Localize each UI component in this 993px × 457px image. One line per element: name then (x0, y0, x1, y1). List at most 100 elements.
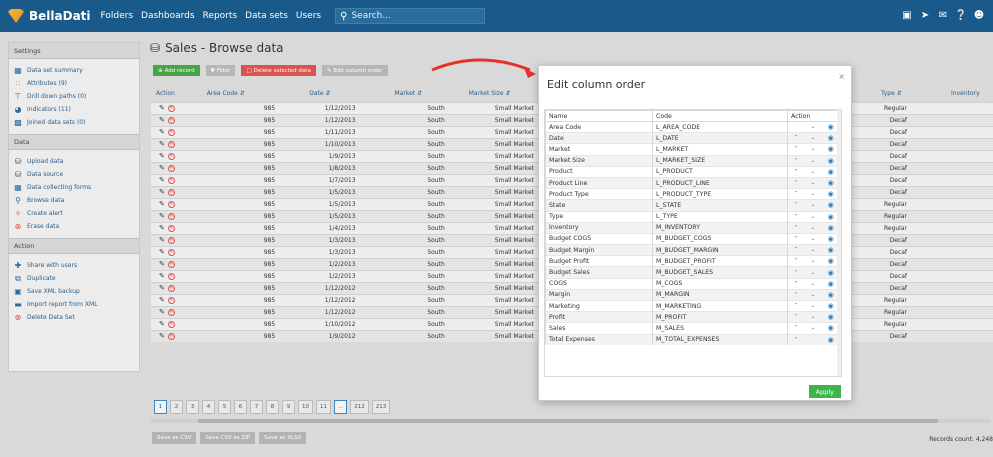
delete-row-icon[interactable]: ✕ (167, 116, 175, 124)
sidebar-item-data-source[interactable]: ⛁ Data source (9, 168, 139, 181)
sidebar-item-indicators[interactable]: ◕ Indicators (11) (9, 103, 139, 116)
move-up-icon[interactable]: ⌃ (791, 202, 801, 208)
move-up-icon[interactable]: ⌃ (791, 314, 801, 320)
mail-icon[interactable]: ✉ (937, 9, 949, 21)
visibility-eye-icon[interactable]: ◉ (825, 246, 837, 254)
col-market[interactable]: Market ⇵ (360, 86, 449, 102)
nav-reports[interactable]: Reports (203, 11, 238, 21)
delete-row-icon[interactable]: ✕ (167, 248, 175, 256)
filter-button[interactable]: ▼ Filter (205, 65, 236, 76)
move-down-icon[interactable]: ⌄ (808, 258, 818, 264)
nav-dashboards[interactable]: Dashboards (141, 11, 195, 21)
visibility-eye-icon[interactable]: ◉ (825, 235, 837, 243)
brand-logo[interactable]: BellaDati (8, 9, 91, 23)
visibility-eye-icon[interactable]: ◉ (825, 269, 837, 277)
visibility-eye-icon[interactable]: ◉ (825, 257, 837, 265)
edit-icon[interactable]: ✎ (159, 248, 165, 256)
table-row[interactable]: Decaf (841, 161, 993, 174)
visibility-eye-icon[interactable]: ◉ (825, 179, 837, 187)
table-row[interactable]: Regular (841, 317, 993, 330)
table-row[interactable]: Decaf (841, 113, 993, 126)
move-down-icon[interactable]: ⌄ (808, 314, 818, 320)
move-down-icon[interactable]: ⌄ (808, 180, 818, 186)
sidebar-item-share-with-users[interactable]: ✚ Share with users (9, 259, 139, 272)
sidebar-item-browse-data[interactable]: ⚲ Browse data (9, 194, 139, 207)
move-up-icon[interactable]: ⌃ (791, 225, 801, 231)
delete-row-icon[interactable]: ✕ (167, 140, 175, 148)
table-row[interactable]: ✎ ✕ 985 1/10/2012 South Small Market (151, 317, 538, 330)
visibility-eye-icon[interactable]: ◉ (825, 336, 837, 344)
table-row[interactable]: Regular (841, 209, 993, 222)
move-down-icon[interactable]: ⌄ (808, 202, 818, 208)
sidebar-item-duplicate[interactable]: ⧉ Duplicate (9, 272, 139, 285)
edit-icon[interactable]: ✎ (159, 224, 165, 232)
page-10-button[interactable]: 10 (298, 400, 313, 414)
delete-row-icon[interactable]: ✕ (167, 188, 175, 196)
delete-row-icon[interactable]: ✕ (167, 284, 175, 292)
edit-column-order-button[interactable]: ✎ Edit column order (321, 65, 388, 76)
visibility-eye-icon[interactable]: ◉ (825, 145, 837, 153)
move-up-icon[interactable]: ⌃ (791, 191, 801, 197)
move-up-icon[interactable]: ⌃ (791, 169, 801, 175)
page-5-button[interactable]: 5 (218, 400, 231, 414)
delete-row-icon[interactable]: ✕ (167, 260, 175, 268)
nav-folders[interactable]: Folders (101, 11, 134, 21)
search-input[interactable] (351, 11, 462, 21)
table-row[interactable]: Decaf (841, 137, 993, 150)
move-up-icon[interactable]: ⌃ (791, 146, 801, 152)
page-9-button[interactable]: 9 (282, 400, 295, 414)
delete-row-icon[interactable]: ✕ (167, 224, 175, 232)
delete-row-icon[interactable]: ✕ (167, 296, 175, 304)
move-up-icon[interactable]: ⌃ (791, 325, 801, 331)
move-up-icon[interactable]: ⌃ (791, 281, 801, 287)
edit-icon[interactable]: ✎ (159, 116, 165, 124)
delete-row-icon[interactable]: ✕ (167, 128, 175, 136)
table-row[interactable]: ✎ ✕ 985 1/5/2013 South Small Market (151, 185, 538, 198)
page-4-button[interactable]: 4 (202, 400, 215, 414)
move-up-icon[interactable]: ⌃ (791, 135, 801, 141)
table-row[interactable]: Decaf (841, 233, 993, 246)
move-down-icon[interactable]: ⌄ (808, 169, 818, 175)
delete-selected-button[interactable]: □ Delete selected data (241, 65, 316, 76)
delete-row-icon[interactable]: ✕ (167, 212, 175, 220)
move-up-icon[interactable]: ⌃ (791, 247, 801, 253)
table-row[interactable]: ✎ ✕ 985 1/12/2012 South Small Market (151, 281, 538, 294)
page-8-button[interactable]: 8 (266, 400, 279, 414)
visibility-eye-icon[interactable]: ◉ (825, 313, 837, 321)
table-row[interactable]: ✎ ✕ 985 1/5/2013 South Small Market (151, 197, 538, 210)
table-row[interactable]: Decaf (841, 185, 993, 198)
sidebar-item-joined-data-sets[interactable]: ▩ Joined data sets (0) (9, 116, 139, 129)
move-up-icon[interactable]: ⌃ (791, 214, 801, 220)
delete-row-icon[interactable]: ✕ (167, 272, 175, 280)
edit-icon[interactable]: ✎ (159, 188, 165, 196)
delete-row-icon[interactable]: ✕ (167, 104, 175, 112)
delete-row-icon[interactable]: ✕ (167, 164, 175, 172)
add-record-button[interactable]: ⊕ Add record (153, 65, 200, 76)
move-down-icon[interactable]: ⌄ (808, 124, 818, 130)
move-up-icon[interactable]: ⌃ (791, 292, 801, 298)
sidebar-item-import-report-from-xml[interactable]: ▬ Import report from XML (9, 298, 139, 311)
sidebar-item-delete-data-set[interactable]: ⊗ Delete Data Set (9, 311, 139, 324)
visibility-eye-icon[interactable]: ◉ (825, 291, 837, 299)
close-icon[interactable]: × (838, 72, 845, 81)
table-row[interactable]: Decaf (841, 257, 993, 270)
col-date[interactable]: Date ⇵ (279, 86, 359, 102)
visibility-eye-icon[interactable]: ◉ (825, 168, 837, 176)
horizontal-scrollbar[interactable] (198, 419, 938, 423)
table-row[interactable]: ✎ ✕ 985 1/3/2013 South Small Market (151, 245, 538, 258)
table-row[interactable]: ✎ ✕ 985 1/12/2013 South Small Market (151, 101, 538, 114)
help-icon[interactable]: ❔ (955, 9, 967, 21)
table-row[interactable]: ✎ ✕ 985 1/5/2013 South Small Market (151, 209, 538, 222)
page-212-button[interactable]: 212 (350, 400, 369, 414)
edit-icon[interactable]: ✎ (159, 320, 165, 328)
move-down-icon[interactable]: ⌄ (808, 281, 818, 287)
move-down-icon[interactable]: ⌄ (808, 135, 818, 141)
table-row[interactable]: ✎ ✕ 985 1/9/2013 South Small Market (151, 149, 538, 162)
page-7-button[interactable]: 7 (250, 400, 263, 414)
table-row[interactable]: Decaf (841, 173, 993, 186)
move-up-icon[interactable]: ⌃ (791, 258, 801, 264)
table-row[interactable]: Regular (841, 221, 993, 234)
move-down-icon[interactable]: ⌄ (808, 247, 818, 253)
table-row[interactable]: ✎ ✕ 985 1/12/2013 South Small Market (151, 113, 538, 126)
user-avatar-icon[interactable]: ☻ (973, 9, 985, 21)
